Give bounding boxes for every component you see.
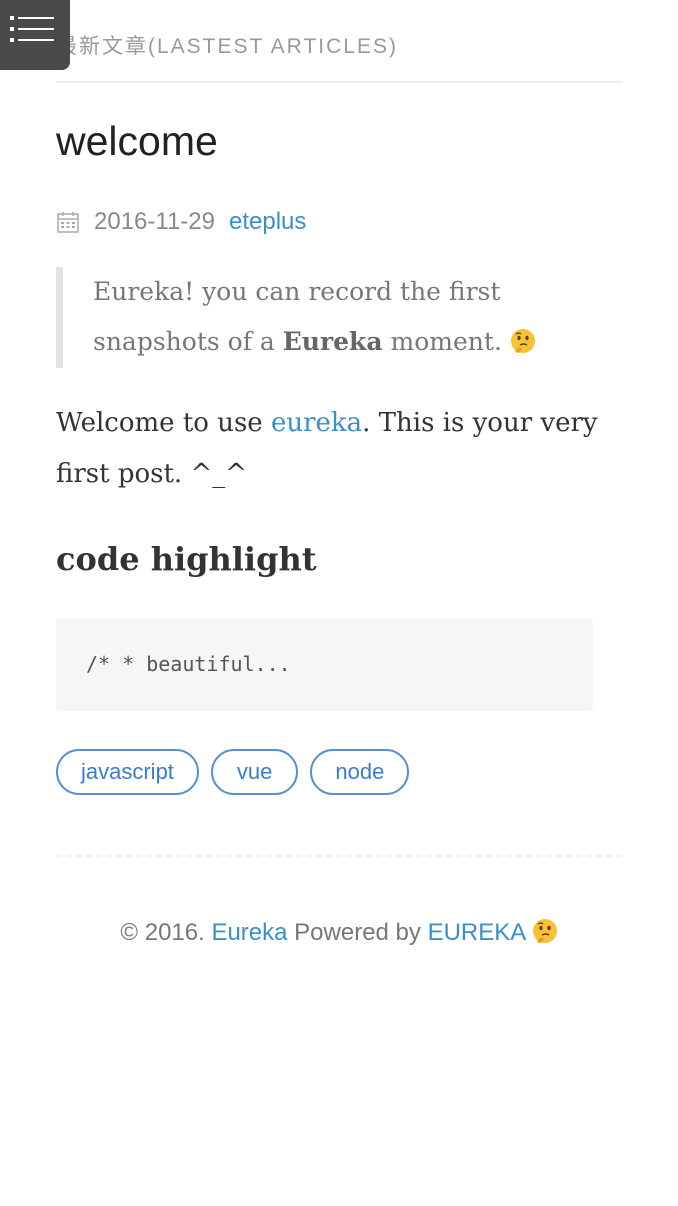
code-block: /* * beautiful...: [56, 618, 593, 711]
thinking-face-emoji-icon: [532, 919, 557, 943]
tag-javascript[interactable]: javascript: [56, 749, 199, 795]
footer-site-link[interactable]: Eureka: [211, 919, 287, 946]
hamburger-list-icon: [10, 16, 54, 42]
header-divider: [56, 81, 622, 83]
thinking-face-emoji-icon: [510, 329, 535, 353]
tag-node[interactable]: node: [310, 749, 410, 795]
paragraph-text-end: . This is your very: [362, 408, 598, 438]
calendar-icon: [57, 212, 79, 233]
section-title: 最新文章(LASTEST ARTICLES): [56, 35, 398, 58]
quote-text: snapshots of a: [93, 327, 283, 356]
post-author-link[interactable]: eteplus: [229, 208, 306, 236]
post-date: 2016-11-29: [94, 208, 215, 235]
eureka-link[interactable]: eureka: [271, 408, 362, 438]
post-paragraph: Welcome to use eureka. This is your very…: [56, 398, 616, 500]
footer-engine-link[interactable]: EUREKA: [428, 919, 525, 946]
menu-button[interactable]: [0, 0, 70, 70]
footer-copyright: © 2016.: [120, 919, 212, 946]
paragraph-text: Welcome to use: [56, 408, 271, 438]
tag-vue[interactable]: vue: [210, 749, 299, 795]
post-divider: [56, 855, 622, 857]
quote-line-1: Eureka! you can record the first: [93, 277, 501, 306]
post-blockquote: Eureka! you can record the first snapsho…: [56, 267, 566, 368]
paragraph-line-2: first post. ^_^: [56, 459, 248, 489]
footer-powered-by: Powered by: [287, 919, 428, 946]
quote-line-2: snapshots of a Eureka moment.: [93, 316, 566, 367]
footer: © 2016. Eureka Powered by EUREKA: [0, 918, 678, 947]
tag-list: javascript vue node: [56, 749, 410, 795]
post-meta: 2016-11-29 eteplus: [56, 206, 306, 238]
post-subheading: code highlight: [56, 540, 317, 578]
quote-bold-text: Eureka: [282, 327, 383, 356]
post-title[interactable]: welcome: [56, 118, 218, 165]
paragraph-line-1: Welcome to use eureka. This is your very: [56, 398, 616, 449]
quote-text-end: moment.: [382, 327, 502, 356]
